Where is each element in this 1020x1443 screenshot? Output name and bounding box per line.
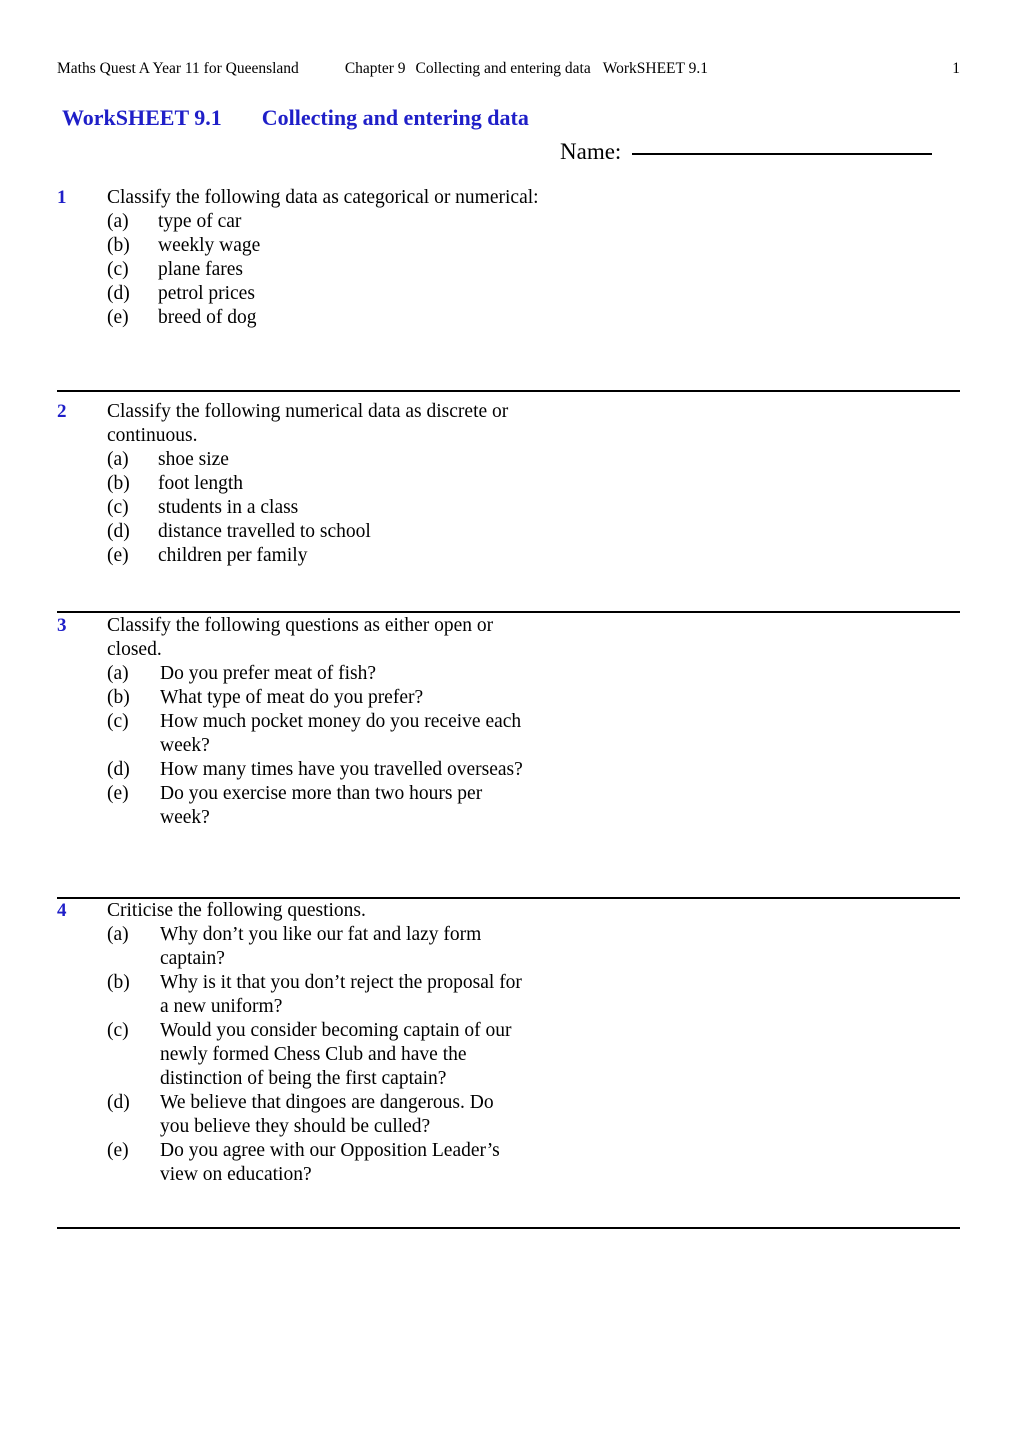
question-3-item-c: (c) How much pocket money do you receive… [57, 710, 527, 758]
question-1-stem: Classify the following data as categoric… [107, 187, 539, 208]
item-label: (a) [107, 663, 129, 684]
question-3-item-e: (e) Do you exercise more than two hours … [57, 782, 527, 830]
item-label: (d) [107, 283, 130, 304]
question-2-item-c: (c) students in a class [57, 496, 577, 520]
question-block-1: 1 Classify the following data as categor… [57, 186, 577, 330]
question-4-item-e: (e) Do you agree with our Opposition Lea… [57, 1139, 527, 1187]
item-label: (d) [107, 521, 130, 542]
item-text: students in a class [158, 497, 299, 518]
item-label: (b) [107, 687, 130, 708]
item-text: children per family [158, 545, 308, 566]
question-2-item-a: (a) shoe size [57, 448, 577, 472]
item-text: distance travelled to school [158, 521, 371, 542]
item-text: shoe size [158, 449, 229, 470]
item-text: type of car [158, 211, 242, 232]
question-block-3: 3 Classify the following questions as ei… [57, 614, 527, 830]
question-1-item-d: (d) petrol prices [57, 282, 577, 306]
divider-above-question-3 [57, 611, 960, 613]
name-field-row: Name: [560, 138, 960, 168]
question-4-number: 4 [57, 900, 67, 921]
item-text: How much pocket money do you receive eac… [160, 711, 522, 756]
item-label: (e) [107, 783, 129, 804]
item-label: (e) [107, 1140, 129, 1161]
item-text: foot length [158, 473, 244, 494]
question-4-item-c: (c) Would you consider becoming captain … [57, 1019, 527, 1091]
question-1-item-e: (e) breed of dog [57, 306, 577, 330]
item-label: (a) [107, 924, 129, 945]
question-3-item-d: (d) How many times have you travelled ov… [57, 758, 527, 782]
item-text: plane fares [158, 259, 243, 280]
divider-above-question-2 [57, 390, 960, 392]
item-text: Do you prefer meat of fish? [160, 663, 377, 684]
item-label: (d) [107, 1092, 130, 1113]
item-label: (e) [107, 545, 129, 566]
name-label: Name: [560, 139, 622, 164]
question-3-number: 3 [57, 615, 67, 636]
question-1-item-a: (a) type of car [57, 210, 577, 234]
item-text: We believe that dingoes are dangerous. D… [160, 1092, 494, 1137]
item-label: (a) [107, 211, 129, 232]
question-2-item-d: (d) distance travelled to school [57, 520, 577, 544]
item-label: (b) [107, 972, 130, 993]
question-4-item-d: (d) We believe that dingoes are dangerou… [57, 1091, 527, 1139]
item-text: breed of dog [158, 307, 257, 328]
item-label: (d) [107, 759, 130, 780]
item-text: weekly wage [158, 235, 261, 256]
running-header: Maths Quest A Year 11 for Queensland Chap… [57, 58, 960, 80]
item-label: (c) [107, 1020, 129, 1041]
divider-page-bottom [57, 1227, 960, 1229]
question-2-item-b: (b) foot length [57, 472, 577, 496]
question-4-head: 4 Criticise the following questions. [57, 899, 527, 923]
header-topic: Collecting and entering data [415, 60, 591, 77]
question-1-head: 1 Classify the following data as categor… [57, 186, 577, 210]
question-4-item-b: (b) Why is it that you don’t reject the … [57, 971, 527, 1019]
item-text: Do you exercise more than two hours per … [160, 783, 483, 828]
question-1-item-b: (b) weekly wage [57, 234, 577, 258]
item-text: petrol prices [158, 283, 255, 304]
question-2-stem: Classify the following numerical data as… [107, 401, 509, 446]
question-2-number: 2 [57, 401, 67, 422]
question-3-head: 3 Classify the following questions as ei… [57, 614, 527, 662]
question-3-item-b: (b) What type of meat do you prefer? [57, 686, 527, 710]
item-label: (e) [107, 307, 129, 328]
question-2-item-e: (e) children per family [57, 544, 577, 568]
question-3-stem: Classify the following questions as eith… [107, 615, 494, 660]
question-block-2: 2 Classify the following numerical data … [57, 400, 577, 568]
item-text: Why is it that you don’t reject the prop… [160, 972, 522, 1017]
item-label: (c) [107, 497, 129, 518]
question-1-item-c: (c) plane fares [57, 258, 577, 282]
item-label: (b) [107, 473, 130, 494]
item-label: (c) [107, 711, 129, 732]
question-2-head: 2 Classify the following numerical data … [57, 400, 577, 448]
question-3-item-a: (a) Do you prefer meat of fish? [57, 662, 527, 686]
item-label: (b) [107, 235, 130, 256]
header-worksheet-id: WorkSHEET 9.1 [602, 60, 708, 77]
item-text: Would you consider becoming captain of o… [160, 1020, 512, 1089]
question-4-stem: Criticise the following questions. [107, 900, 366, 921]
page-number: 1 [952, 60, 960, 77]
item-label: (c) [107, 259, 129, 280]
item-text: Do you agree with our Opposition Leader’… [160, 1140, 500, 1185]
question-1-number: 1 [57, 187, 67, 208]
page-title: WorkSHEET 9.1 Collecting and entering dat… [62, 104, 529, 132]
question-block-4: 4 Criticise the following questions. (a)… [57, 899, 527, 1187]
item-text: Why don’t you like our fat and lazy form… [160, 924, 482, 969]
item-label: (a) [107, 449, 129, 470]
item-text: How many times have you travelled overse… [160, 759, 523, 780]
title-topic: Collecting and entering data [261, 105, 529, 130]
name-input[interactable] [632, 152, 933, 155]
item-text: What type of meat do you prefer? [160, 687, 424, 708]
header-book-title: Maths Quest A Year 11 for Queensland [57, 60, 299, 77]
title-worksheet-id: WorkSHEET 9.1 [62, 105, 222, 130]
question-4-item-a: (a) Why don’t you like our fat and lazy … [57, 923, 527, 971]
header-chapter: Chapter 9 [344, 60, 406, 77]
worksheet-page: Maths Quest A Year 11 for Queensland Chap… [0, 0, 1020, 1443]
